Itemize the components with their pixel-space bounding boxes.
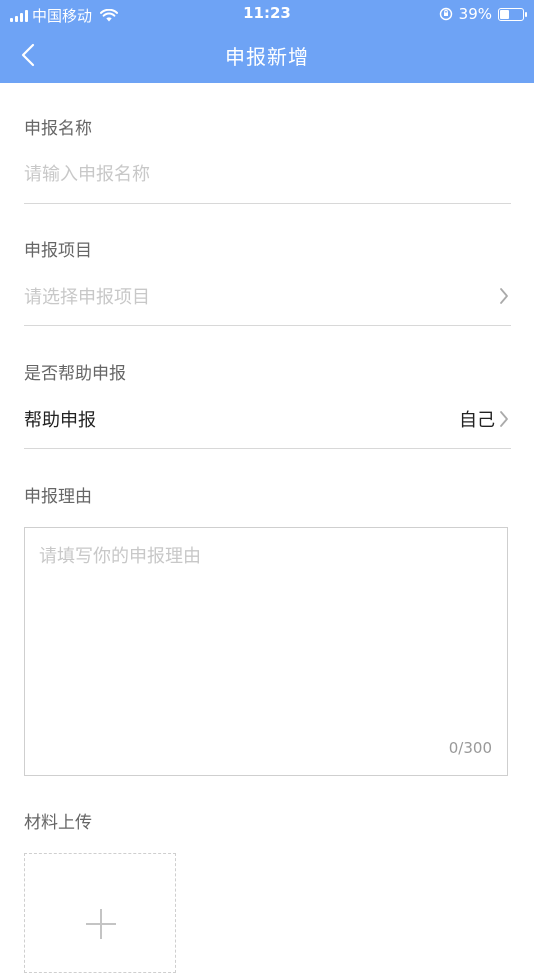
help-label: 是否帮助申报 — [24, 364, 126, 384]
name-label: 申报名称 — [24, 119, 92, 139]
page-title: 申报新增 — [225, 45, 309, 69]
chevron-right-icon — [497, 286, 511, 306]
chevron-right-icon — [497, 409, 511, 429]
reason-textarea-container: 0/300 — [24, 527, 508, 776]
reason-textarea[interactable] — [39, 542, 493, 732]
char-counter: 0/300 — [448, 739, 492, 757]
battery-level — [500, 9, 509, 19]
battery-icon — [498, 7, 527, 21]
help-value: 自己 — [459, 410, 495, 431]
app-header: 中国移动 11:23 39% 申报新增 — [0, 0, 534, 83]
reason-label: 申报理由 — [24, 487, 92, 507]
name-input[interactable] — [24, 159, 511, 189]
help-select[interactable]: 帮助申报 自己 — [24, 401, 511, 437]
plus-icon — [86, 909, 116, 939]
help-row-label: 帮助申报 — [24, 410, 96, 431]
upload-label: 材料上传 — [24, 813, 92, 833]
divider — [24, 325, 511, 326]
orientation-lock-icon — [439, 7, 452, 21]
battery-percent: 39% — [458, 5, 492, 23]
status-right: 39% — [439, 5, 527, 23]
divider — [24, 448, 511, 449]
status-bar: 中国移动 11:23 39% — [0, 0, 534, 28]
project-select[interactable]: 请选择申报项目 — [24, 278, 511, 314]
nav-bar: 申报新增 — [0, 28, 534, 83]
project-placeholder: 请选择申报项目 — [24, 287, 150, 308]
project-label: 申报项目 — [24, 241, 92, 261]
divider — [24, 203, 511, 204]
upload-button[interactable] — [24, 853, 176, 973]
